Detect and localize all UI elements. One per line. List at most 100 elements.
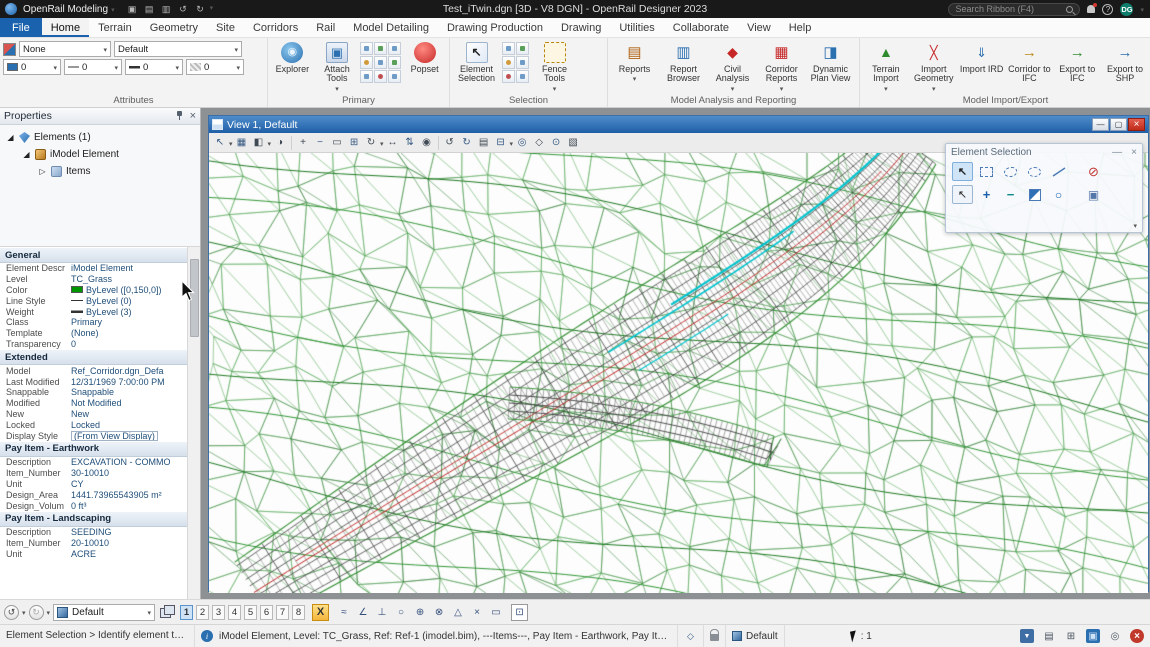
snap-settings-button[interactable] [511,604,528,621]
property-row[interactable]: Design_Area1441.73965543905 m² [0,489,200,500]
select-previous-icon[interactable] [502,56,515,69]
tree-item-elements[interactable]: Elements (1) [0,129,200,146]
view-titlebar[interactable]: View 1, Default — ▢ × [209,116,1148,133]
snap-intersection-icon[interactable] [431,604,447,620]
toolbox-icon[interactable] [1064,629,1078,643]
property-row[interactable]: ModifiedNot Modified [0,398,200,409]
fit-view-icon[interactable] [346,135,362,151]
tab-file[interactable]: File [0,18,42,37]
active-transparency-combo[interactable]: 0 [186,59,244,75]
design-history-icon[interactable] [1042,629,1056,643]
tab-model-detailing[interactable]: Model Detailing [344,18,438,37]
user-avatar[interactable]: DG [1120,3,1133,16]
terrain-import-button[interactable]: Terrain Import [863,39,909,93]
popset-button[interactable]: Popset [403,39,446,74]
properties-panel-header[interactable]: Properties [0,108,200,125]
walk-icon[interactable] [402,135,418,151]
active-color-combo[interactable]: 0 [3,59,61,75]
properties-scrollbar[interactable] [187,247,200,599]
active-line-style-combo[interactable]: 0 [64,59,122,75]
property-row[interactable]: Design_Volum0 ft³ [0,500,200,511]
view-group-combo[interactable]: Default [53,604,155,621]
snap-tangent-icon[interactable] [450,604,466,620]
tab-view[interactable]: View [738,18,780,37]
tree-expand-icon[interactable] [6,133,15,142]
corridor-to-ifc-button[interactable]: Corridor to IFC [1006,39,1052,84]
circle-select-icon[interactable] [1024,162,1045,181]
property-row[interactable]: ClassPrimary [0,317,200,328]
invert-selection-icon[interactable] [1024,185,1045,204]
undo-view-button[interactable] [4,605,19,620]
line-select-icon[interactable] [1048,162,1069,181]
render-mode-icon[interactable] [565,135,581,151]
section-tools-icon[interactable] [548,135,564,151]
import-ird-button[interactable]: Import IRD [959,39,1005,74]
markups-icon[interactable] [388,56,401,69]
tab-drawing[interactable]: Drawing [552,18,610,37]
snap-origin-icon[interactable] [412,604,428,620]
chevron-down-icon[interactable] [510,137,514,149]
view-toggle-2[interactable]: 2 [196,605,209,620]
window-area-icon[interactable] [329,135,345,151]
section-header-pay-item-earthwork[interactable]: Pay Item - Earthwork [0,441,200,457]
view-toggle-5[interactable]: 5 [244,605,257,620]
pan-view-icon[interactable] [385,135,401,151]
fence-tools-button[interactable]: Fence Tools [531,39,578,93]
explorer-button[interactable]: Explorer [271,39,314,74]
point-clouds-icon[interactable] [360,56,373,69]
view-windows-icon[interactable] [160,605,175,619]
import-geometry-button[interactable]: Import Geometry [911,39,957,93]
error-alert-icon[interactable] [1130,629,1144,643]
select-none-icon[interactable] [1083,162,1104,181]
zoom-in-icon[interactable] [295,135,311,151]
snap-perpendicular-icon[interactable] [374,604,390,620]
view-close-button[interactable]: × [1128,118,1145,131]
view-toggle-7[interactable]: 7 [276,605,289,620]
property-row[interactable]: UnitACRE [0,549,200,560]
property-row[interactable]: Line StyleByLevel (0) [0,295,200,306]
dynamic-plan-view-button[interactable]: Dynamic Plan View [807,39,854,84]
property-row[interactable]: Item_Number30-10010 [0,468,200,479]
select-all-icon[interactable] [1083,185,1104,204]
report-browser-button[interactable]: Report Browser [660,39,707,84]
pin-icon[interactable] [175,111,184,120]
saved-views-icon[interactable] [374,56,387,69]
qat-more-icon[interactable] [210,2,225,16]
corridor-reports-button[interactable]: Corridor Reports [758,39,805,93]
add-to-selection-icon[interactable] [976,185,997,204]
snap-bisector-icon[interactable] [488,604,504,620]
property-row[interactable]: DescriptionEXCAVATION - COMMO [0,457,200,468]
reports-button[interactable]: Reports [611,39,658,84]
view-attributes-icon[interactable] [234,135,250,151]
tab-terrain[interactable]: Terrain [89,18,141,37]
property-row[interactable]: Transparency0 [0,339,200,350]
subtract-from-selection-icon[interactable] [1000,185,1021,204]
view-menu-icon[interactable] [212,119,223,130]
element-template-combo[interactable]: Default [114,41,242,57]
scrollbar-thumb[interactable] [190,259,199,337]
civil-analysis-button[interactable]: Civil Analysis [709,39,756,93]
display-style-icon[interactable] [251,135,267,151]
property-row[interactable]: UnitCY [0,479,200,490]
clear-selection-icon[interactable] [1048,185,1069,204]
view-minimize-button[interactable]: — [1092,118,1109,131]
individual-select-icon[interactable] [952,162,973,181]
element-selection-button[interactable]: Element Selection [453,39,500,84]
notifications-bell-icon[interactable] [1087,5,1095,13]
select-all-icon[interactable] [502,42,515,55]
tab-help[interactable]: Help [780,18,821,37]
section-header-extended[interactable]: Extended [0,349,200,365]
property-row[interactable]: LockedLocked [0,419,200,430]
snap-center-icon[interactable] [393,604,409,620]
qat-redo-icon[interactable]: ↻ [193,2,208,16]
view-toggle-3[interactable]: 3 [212,605,225,620]
snap-nearest-icon[interactable] [336,604,352,620]
workflow-selector[interactable]: OpenRail Modeling [21,0,121,18]
ribbon-search-input[interactable]: Search Ribbon (F4) [948,3,1080,16]
qat-print-icon[interactable]: ▥ [159,2,174,16]
tab-rail[interactable]: Rail [307,18,344,37]
tree-expand-icon[interactable] [22,150,31,159]
view-tools-icon[interactable] [212,135,228,151]
property-row[interactable]: DescriptionSEEDING [0,527,200,538]
chevron-down-icon[interactable] [22,606,26,618]
